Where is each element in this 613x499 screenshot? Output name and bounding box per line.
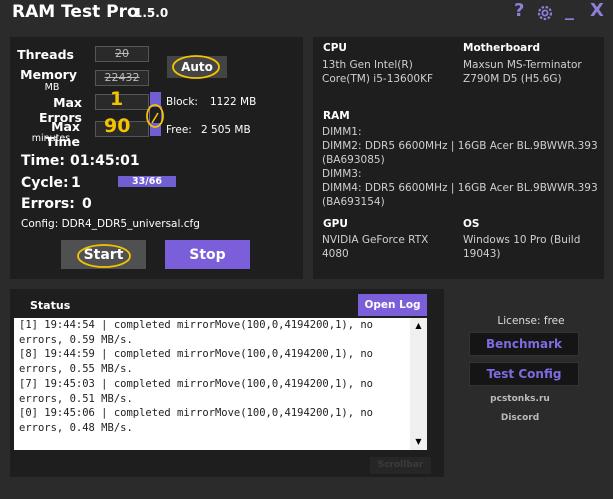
free-label: Free:	[166, 124, 192, 136]
free-value: 2 505 MB	[201, 124, 251, 136]
log-line: errors, 0.59 MB/s.	[19, 333, 133, 346]
stop-button[interactable]: Stop	[165, 240, 250, 269]
os-line: 19043)	[463, 248, 501, 260]
gpu-line: NVIDIA GeForce RTX	[322, 234, 429, 246]
gpu-info: NVIDIA GeForce RTX 4080	[322, 233, 428, 261]
motherboard-heading: Motherboard	[463, 42, 540, 54]
cpu-line: 13th Gen Intel(R)	[322, 59, 413, 71]
ram-line: DIMM1:	[322, 126, 362, 138]
ram-line: (BA693085)	[322, 154, 385, 166]
cpu-line: Core(TM) i5-13600KF	[322, 73, 434, 85]
log-line: [0] 19:45:06 | completed mirrorMove(100,…	[19, 407, 374, 420]
max-time-unit-label: minutes	[31, 133, 71, 144]
app-title: RAM Test Pro	[12, 2, 139, 22]
status-title: Status	[30, 299, 71, 312]
log-scrollbar[interactable]: ▲ ▼	[410, 318, 427, 450]
auto-annotation-circle	[172, 55, 220, 79]
close-icon[interactable]: X	[590, 0, 604, 21]
license-text: License: free	[497, 315, 565, 327]
threads-input[interactable]: 20	[95, 46, 149, 62]
memory-unit-label: MB	[44, 82, 60, 93]
gpu-line: 4080	[322, 248, 349, 260]
ram-line: (BA693154)	[322, 196, 385, 208]
minimize-icon[interactable]: _	[565, 0, 574, 21]
cycle-value: 1	[71, 175, 81, 191]
time-label: Time:	[21, 153, 66, 169]
benchmark-button[interactable]: Benchmark	[469, 332, 579, 356]
memory-label: Memory	[20, 67, 77, 82]
slider-annotation-circle	[146, 104, 164, 128]
memory-input[interactable]: 22432	[95, 70, 149, 86]
os-line: Windows 10 Pro (Build	[463, 234, 581, 246]
discord-link[interactable]: Discord	[465, 413, 575, 423]
gpu-heading: GPU	[323, 218, 348, 230]
log-line: [8] 19:44:59 | completed mirrorMove(100,…	[19, 348, 374, 361]
motherboard-info: Maxsun MS-Terminator Z790M D5 (H5.6G)	[463, 58, 582, 86]
open-log-button[interactable]: Open Log	[358, 294, 427, 316]
cpu-heading: CPU	[323, 42, 347, 54]
threads-label: Threads	[17, 47, 74, 62]
scroll-up-icon[interactable]: ▲	[410, 318, 427, 334]
os-info: Windows 10 Pro (Build 19043)	[463, 233, 580, 261]
block-label: Block:	[166, 96, 198, 108]
ram-line: DIMM3:	[322, 168, 362, 180]
block-value: 1122 MB	[210, 96, 257, 108]
ram-heading: RAM	[323, 110, 350, 122]
max-errors-handwritten: 1	[110, 88, 124, 110]
help-icon[interactable]: ?	[514, 0, 524, 21]
scroll-down-icon[interactable]: ▼	[410, 434, 427, 450]
ram-line: DIMM4: DDR5 6600MHz | 16GB Acer BL.9BWWR…	[322, 182, 598, 194]
cpu-info: 13th Gen Intel(R) Core(TM) i5-13600KF	[322, 58, 433, 86]
max-time-handwritten: 90	[104, 115, 131, 137]
gear-icon[interactable]	[535, 0, 555, 28]
log-output[interactable]: [1] 19:44:54 | completed mirrorMove(100,…	[14, 318, 410, 450]
ram-line: DIMM2: DDR5 6600MHz | 16GB Acer BL.9BWWR…	[322, 140, 598, 152]
scroll-track[interactable]	[410, 334, 427, 434]
time-value: 01:45:01	[70, 153, 140, 169]
log-line: errors, 0.55 MB/s.	[19, 363, 133, 376]
log-line: [1] 19:44:54 | completed mirrorMove(100,…	[19, 319, 374, 331]
start-annotation-circle	[77, 244, 131, 268]
motherboard-line: Z790M D5 (H5.6G)	[463, 73, 562, 85]
os-heading: OS	[463, 218, 480, 230]
cycle-label: Cycle:	[21, 175, 69, 191]
log-line: errors, 0.48 MB/s.	[19, 421, 133, 434]
scrollbar-label: Scrollbar	[370, 457, 431, 474]
motherboard-line: Maxsun MS-Terminator	[463, 59, 582, 71]
ram-info: DIMM1: DIMM2: DDR5 6600MHz | 16GB Acer B…	[322, 125, 598, 209]
test-config-button[interactable]: Test Config	[469, 362, 579, 386]
app-version: 1.5.0	[134, 6, 169, 20]
config-text: Config: DDR4_DDR5_universal.cfg	[21, 218, 200, 230]
site-link[interactable]: pcstonks.ru	[465, 394, 575, 404]
cycle-progress-bar: 33/66	[118, 176, 176, 187]
errors-label: Errors:	[21, 196, 75, 212]
log-line: errors, 0.51 MB/s.	[19, 392, 133, 405]
log-line: [7] 19:45:03 | completed mirrorMove(100,…	[19, 377, 374, 390]
errors-value: 0	[82, 196, 92, 212]
